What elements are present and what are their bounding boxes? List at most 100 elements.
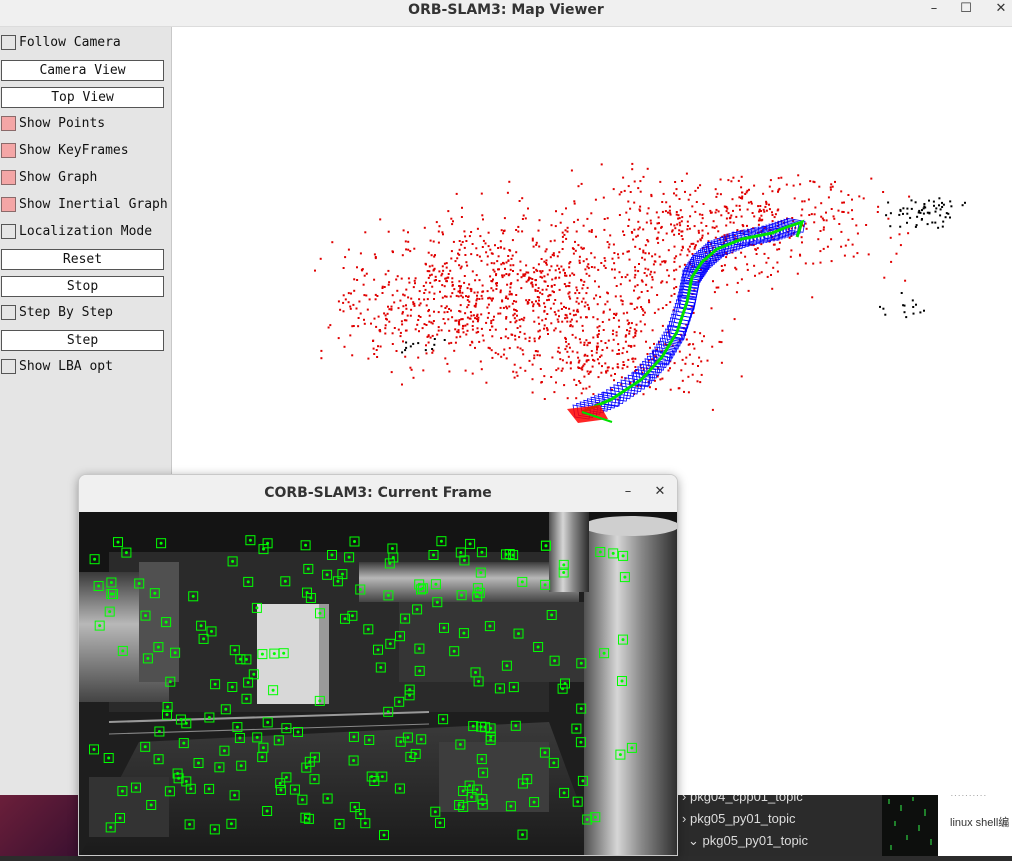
checkbox-checked-icon[interactable] (1, 116, 16, 131)
map-point (804, 262, 807, 265)
map-point (887, 217, 890, 220)
maximize-icon[interactable]: ☐ (954, 0, 978, 20)
map-point (407, 277, 410, 280)
map-point (414, 328, 417, 331)
map-point (531, 283, 534, 286)
map-point (825, 219, 828, 222)
step-by-step-checkbox[interactable]: Step By Step (1, 302, 171, 324)
map-point (623, 189, 626, 192)
map-point (697, 365, 699, 367)
stop-button[interactable]: Stop (1, 276, 164, 297)
map-point (740, 375, 743, 378)
close-icon[interactable]: ✕ (989, 0, 1012, 20)
file-tree-item[interactable]: ⌄ pkg05_py01_topic (688, 833, 808, 849)
localization-mode-checkbox[interactable]: Localization Mode (1, 221, 171, 243)
map-point (645, 274, 648, 277)
map-point (512, 270, 514, 272)
map-point (475, 302, 478, 305)
top-view-button[interactable]: Top View (1, 87, 164, 108)
map-point (457, 329, 460, 332)
map-point (524, 337, 527, 340)
map-point (622, 364, 625, 366)
reference-point (926, 223, 929, 226)
map-point (511, 239, 514, 242)
map-point (656, 236, 659, 239)
map-point (600, 163, 603, 166)
map-point (423, 226, 426, 229)
map-point (379, 329, 381, 331)
minimize-icon[interactable]: – (922, 0, 946, 20)
browser-snippet[interactable]: ·········· linux shell编 (938, 795, 1012, 856)
map-point (563, 283, 566, 285)
checkbox-icon[interactable] (1, 35, 16, 50)
map-point (472, 320, 475, 323)
map-point (847, 194, 850, 196)
map-point (841, 201, 844, 204)
map-point (680, 220, 683, 223)
map-point (337, 300, 340, 303)
map-point (748, 188, 750, 191)
map-point (633, 276, 636, 279)
file-tree-item[interactable]: › pkg05_py01_topic (682, 811, 796, 826)
map-point (819, 230, 822, 232)
map-point (610, 374, 613, 377)
show-inertial-graph-checkbox[interactable]: Show Inertial Graph (1, 194, 171, 216)
reference-point (934, 210, 937, 213)
map-point (425, 304, 428, 307)
map-point (707, 232, 710, 235)
map-point (502, 232, 505, 235)
map-point (513, 308, 515, 311)
follow-camera-checkbox[interactable]: Follow Camera (1, 32, 171, 54)
map-point (376, 295, 379, 297)
reset-button[interactable]: Reset (1, 249, 164, 270)
map-point (834, 180, 836, 183)
checkbox-checked-icon[interactable] (1, 143, 16, 158)
map-point (757, 223, 760, 226)
map-point (717, 286, 720, 289)
map-point (740, 215, 743, 218)
checkbox-checked-icon[interactable] (1, 170, 16, 185)
show-lba-opt-checkbox[interactable]: Show LBA opt (1, 356, 171, 378)
map-point (538, 303, 540, 306)
checkbox-icon[interactable] (1, 305, 16, 320)
map-point (665, 281, 668, 284)
map-point (353, 278, 356, 281)
map-point (514, 334, 517, 337)
reference-point (934, 221, 937, 224)
map-point (631, 357, 634, 360)
step-button[interactable]: Step (1, 330, 164, 351)
checkbox-icon[interactable] (1, 224, 16, 239)
map-point (556, 350, 559, 353)
minimize-icon[interactable]: – (616, 483, 640, 503)
show-keyframes-checkbox[interactable]: Show KeyFrames (1, 140, 171, 162)
checkbox-checked-icon[interactable] (1, 197, 16, 212)
map-point (388, 308, 391, 311)
map-point (741, 191, 743, 194)
show-points-checkbox[interactable]: Show Points (1, 113, 171, 135)
map-point (499, 306, 502, 309)
current-frame-titlebar[interactable]: CORB-SLAM3: Current Frame – ✕ (79, 475, 677, 512)
map-point (466, 316, 469, 319)
close-icon[interactable]: ✕ (648, 483, 672, 503)
map-point (445, 266, 448, 269)
camera-view-button[interactable]: Camera View (1, 60, 164, 81)
map-point (475, 247, 478, 250)
map-point (349, 305, 352, 308)
show-graph-checkbox[interactable]: Show Graph (1, 167, 171, 189)
map-point (637, 270, 640, 273)
map-point (609, 234, 612, 237)
checkbox-icon[interactable] (1, 359, 16, 374)
map-point (537, 316, 540, 319)
map-point (525, 271, 528, 274)
map-viewer-titlebar[interactable]: ORB-SLAM3: Map Viewer – ☐ ✕ (0, 0, 1012, 27)
map-point (788, 236, 791, 239)
map-point (584, 353, 587, 356)
map-point (579, 381, 582, 384)
map-point (518, 318, 521, 321)
map-point (387, 305, 389, 308)
map-point (508, 347, 511, 350)
map-point (571, 272, 574, 275)
map-point (381, 287, 384, 289)
map-point (344, 256, 347, 259)
map-point (533, 340, 536, 343)
